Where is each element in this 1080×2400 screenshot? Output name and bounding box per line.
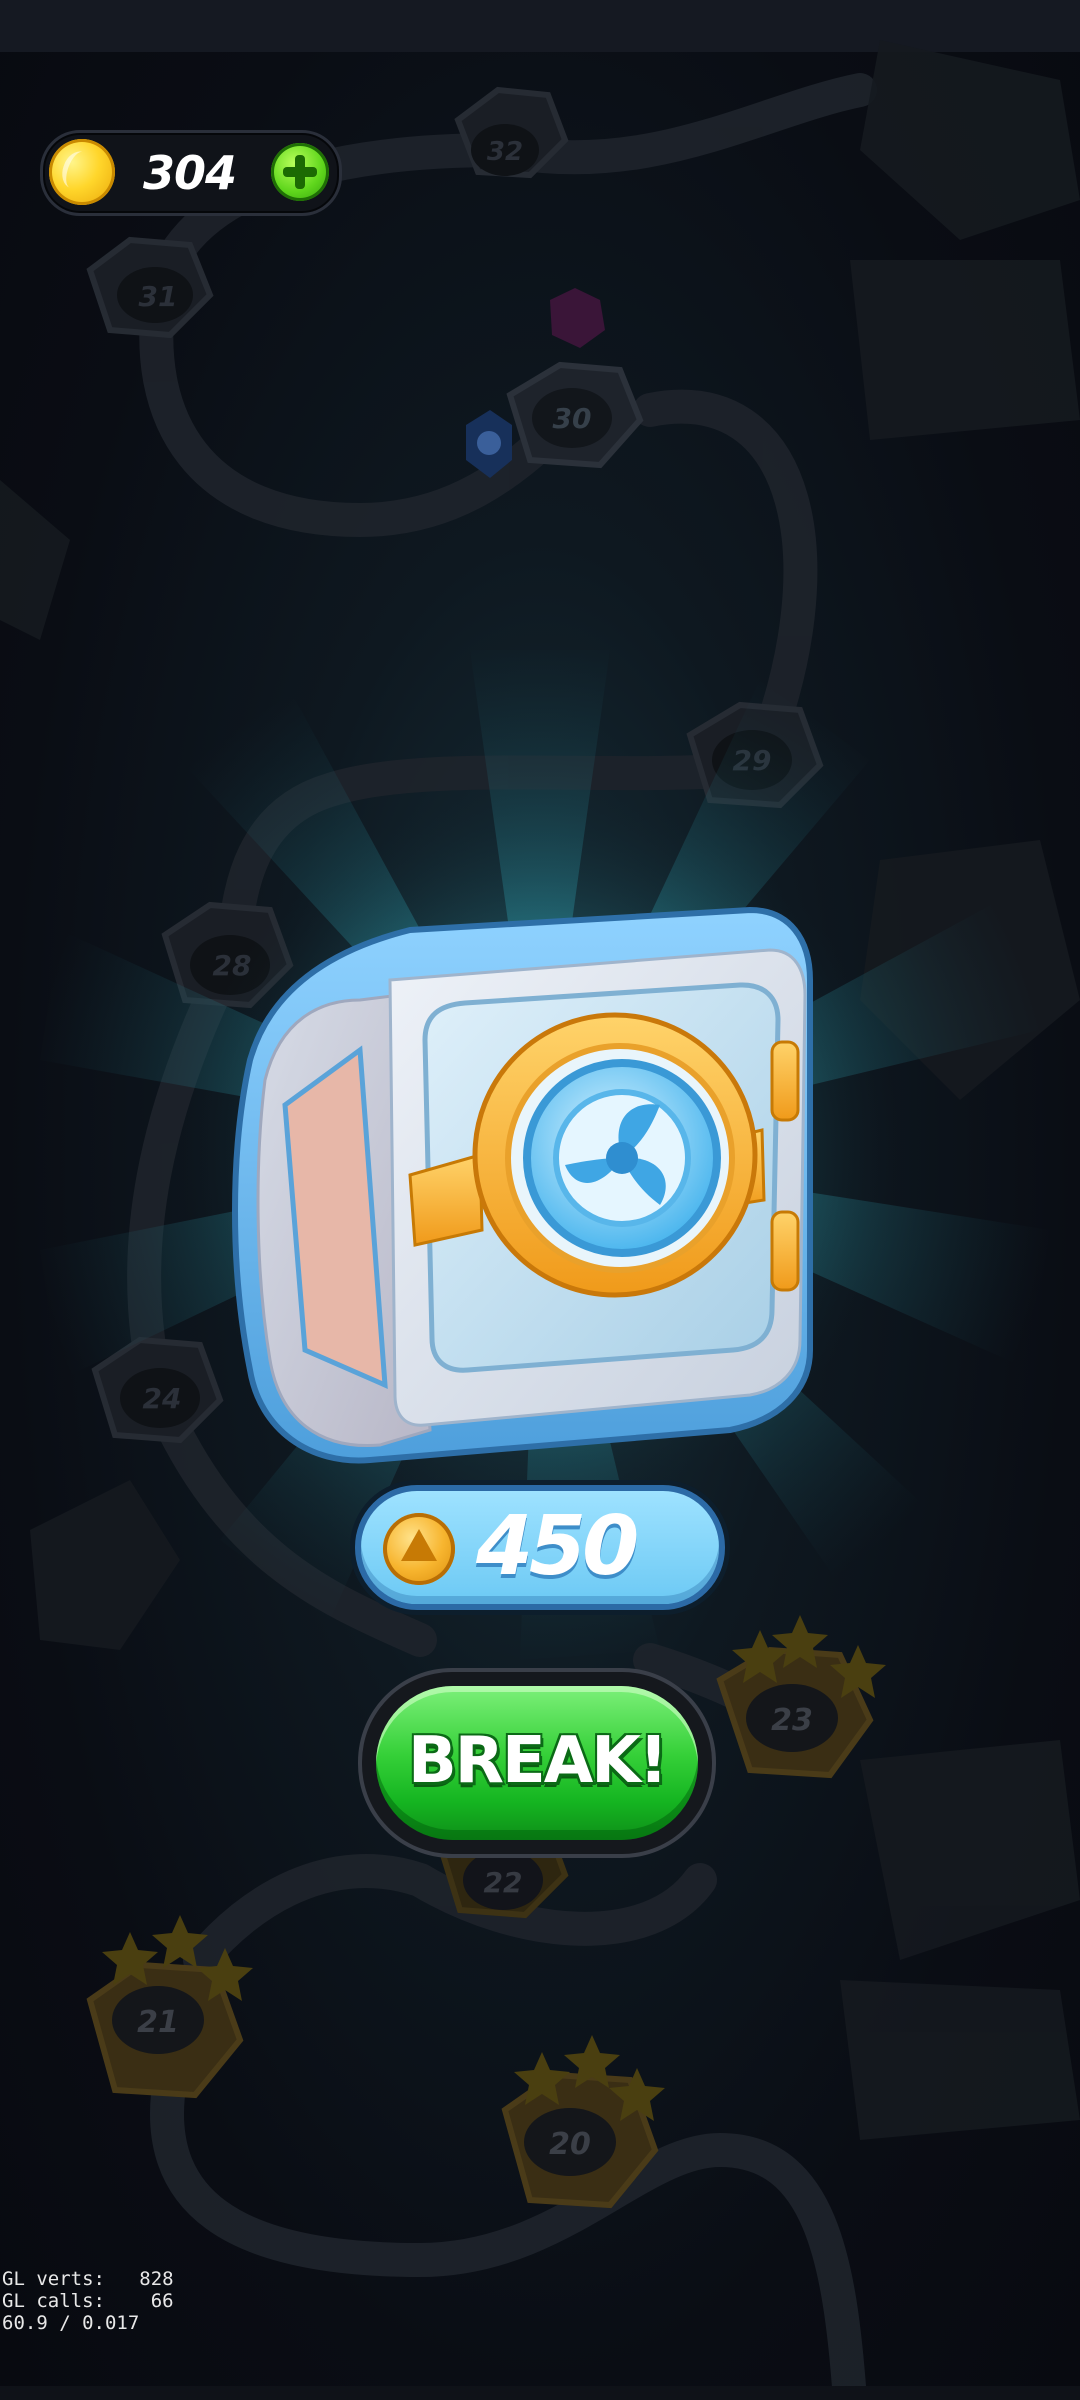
break-button[interactable]: BREAK! (362, 1672, 712, 1854)
coin-balance: 304 (143, 146, 237, 200)
debug-fps: 60.9 / 0.017 (2, 2312, 140, 2334)
vault-safe-image (232, 906, 813, 1464)
game-screen: 32 31 30 29 28 (0, 0, 1080, 2400)
gold-coin-icon (49, 139, 115, 205)
break-button-face[interactable]: BREAK! (376, 1686, 698, 1840)
reward-amount: 450 (476, 1499, 639, 1594)
bottom-edge (0, 2386, 1080, 2400)
debug-gl-calls: GL calls: 66 (2, 2290, 174, 2312)
add-coins-button[interactable] (271, 143, 329, 201)
coin-counter: 304 (40, 130, 342, 216)
plus-icon (283, 155, 317, 189)
reward-amount-pill: 450 (355, 1485, 725, 1610)
break-button-label: BREAK! (407, 1724, 668, 1798)
coin-icon (383, 1513, 455, 1585)
debug-stats: GL verts: 828 GL calls: 66 60.9 / 0.017 (2, 2268, 174, 2334)
debug-gl-verts: GL verts: 828 (2, 2268, 174, 2290)
